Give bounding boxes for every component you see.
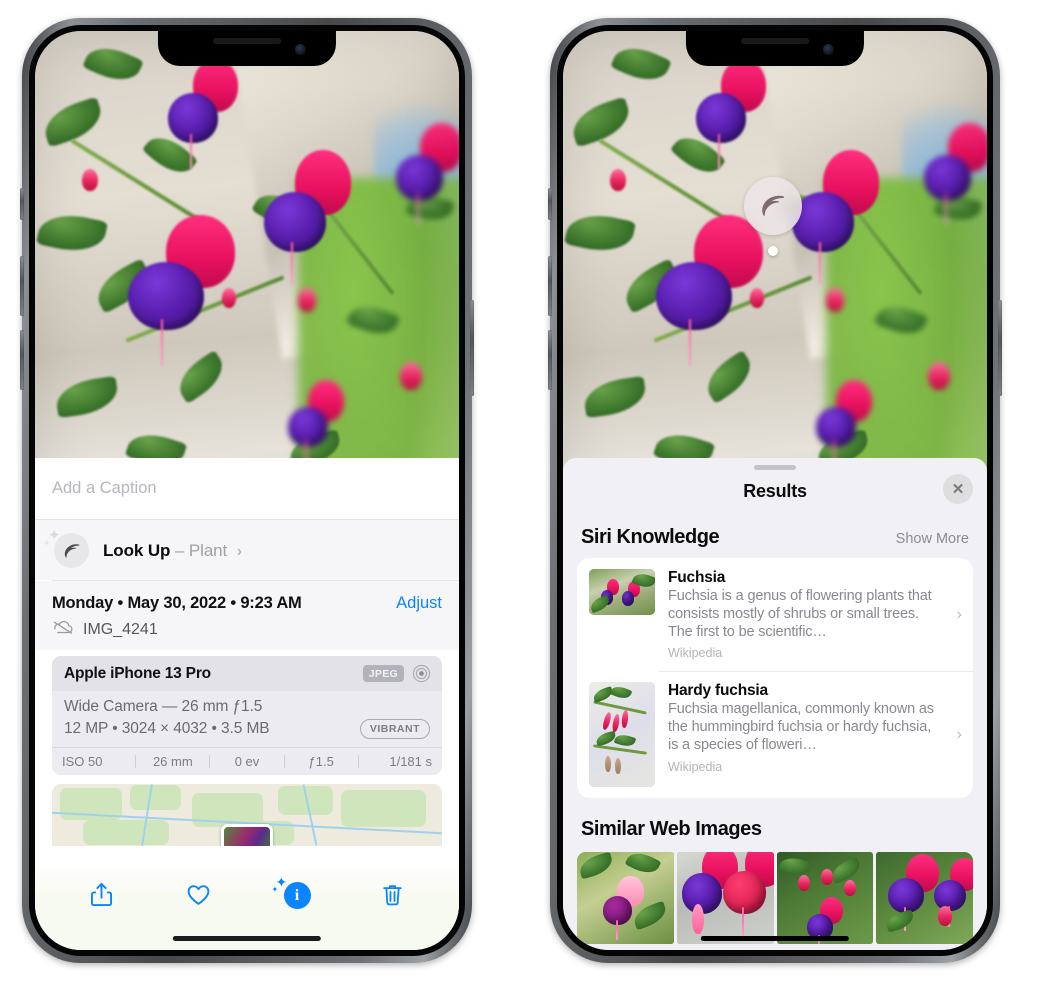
phone-screen: Results ✕ Siri Knowledge Show More Fuchs… xyxy=(563,31,987,950)
section-title: Siri Knowledge xyxy=(581,526,720,548)
knowledge-source: Wikipedia xyxy=(668,759,723,774)
share-button[interactable] xyxy=(80,872,124,916)
web-image-thumb[interactable] xyxy=(577,852,674,945)
leaf-icon: ✦ ✦ xyxy=(43,528,89,568)
show-more-button[interactable]: Show More xyxy=(896,531,969,547)
knowledge-description: Fuchsia magellanica, commonly known as t… xyxy=(668,701,934,754)
icloud-slash-icon xyxy=(52,619,74,640)
caption-input-placeholder[interactable]: Add a Caption xyxy=(52,479,157,498)
photos-detail-phone: Add a Caption ✦ ✦ Look Up – Plant › Mond… xyxy=(20,18,474,963)
exif-row: ISO 50 26 mm 0 ev ƒ1.5 1/181 s xyxy=(52,747,442,775)
visual-look-up-phone: Results ✕ Siri Knowledge Show More Fuchs… xyxy=(548,18,1002,963)
close-icon[interactable]: ✕ xyxy=(943,474,973,504)
visual-look-up-anchor-dot xyxy=(768,246,778,256)
caption-row[interactable]: Add a Caption xyxy=(35,458,459,520)
format-badge: JPEG xyxy=(362,665,404,682)
camera-info-card: Apple iPhone 13 Pro JPEG Wide Camera — 2… xyxy=(52,656,442,775)
exif-aperture: ƒ1.5 xyxy=(308,754,334,769)
map-photo-pin xyxy=(221,824,273,846)
results-title: Results xyxy=(743,481,807,501)
results-sheet: Results ✕ Siri Knowledge Show More Fuchs… xyxy=(563,458,987,950)
exif-shutter: 1/181 s xyxy=(389,754,433,769)
earpiece-speaker xyxy=(741,38,809,44)
home-indicator[interactable] xyxy=(172,936,322,941)
results-header: Results ✕ xyxy=(563,470,987,506)
knowledge-title: Fuchsia xyxy=(668,569,726,586)
web-image-thumb[interactable] xyxy=(676,852,774,945)
phone-screen: Add a Caption ✦ ✦ Look Up – Plant › Mond… xyxy=(35,31,459,950)
exif-focal: 26 mm xyxy=(152,754,193,769)
photo-date: Monday • May 30, 2022 • 9:23 AM xyxy=(52,594,302,612)
photographic-style-badge: VIBRANT xyxy=(359,719,430,739)
front-camera xyxy=(294,44,306,55)
delete-button[interactable] xyxy=(371,872,415,916)
section-title: Similar Web Images xyxy=(581,818,762,841)
look-up-subject: Plant xyxy=(188,540,228,560)
favorite-button[interactable] xyxy=(177,872,221,916)
knowledge-description: Fuchsia is a genus of flowering plants t… xyxy=(668,588,932,640)
knowledge-source: Wikipedia xyxy=(668,646,723,661)
web-image-thumb[interactable] xyxy=(876,852,973,945)
knowledge-row[interactable]: Fuchsia Fuchsia is a genus of flowering … xyxy=(577,558,973,671)
web-image-thumb[interactable] xyxy=(776,852,874,945)
side-button[interactable] xyxy=(470,300,474,396)
front-camera xyxy=(822,44,834,55)
side-button[interactable] xyxy=(998,300,1002,396)
chevron-right-icon: › xyxy=(956,605,962,623)
info-button[interactable]: ✦ ✦ i xyxy=(272,872,318,916)
chevron-right-icon: › xyxy=(956,725,962,743)
similar-web-images-strip[interactable] xyxy=(563,852,987,945)
exif-exposure: 0 ev xyxy=(234,754,260,769)
display-notch xyxy=(685,31,865,66)
silence-switch[interactable] xyxy=(20,188,24,220)
silence-switch[interactable] xyxy=(548,188,552,220)
look-up-label: Look Up – Plant › xyxy=(103,541,242,561)
camera-lens: Wide Camera — 26 mm ƒ1.5 xyxy=(64,698,263,715)
sparkle-small-icon: ✦ xyxy=(271,885,279,894)
exif-iso: ISO 50 xyxy=(62,754,103,769)
look-up-separator: – xyxy=(170,540,189,560)
info-sparkle-icon: ✦ ✦ i xyxy=(272,875,311,909)
photo-info-sheet: Add a Caption ✦ ✦ Look Up – Plant › Mond… xyxy=(35,458,459,950)
chevron-right-icon: › xyxy=(236,542,243,560)
volume-down-button[interactable] xyxy=(20,330,24,390)
earpiece-speaker xyxy=(213,38,281,44)
camera-model: Apple iPhone 13 Pro xyxy=(64,664,211,682)
adjust-button[interactable]: Adjust xyxy=(396,594,442,613)
knowledge-title: Hardy fuchsia xyxy=(668,682,768,700)
knowledge-row[interactable]: Hardy fuchsia Fuchsia magellanica, commo… xyxy=(577,671,973,798)
siri-knowledge-header: Siri Knowledge Show More xyxy=(563,506,987,558)
knowledge-thumbnail xyxy=(589,569,655,615)
visual-look-up-badge[interactable] xyxy=(744,177,802,235)
volume-up-button[interactable] xyxy=(20,256,24,316)
look-up-row[interactable]: ✦ ✦ Look Up – Plant › xyxy=(35,520,459,580)
volume-down-button[interactable] xyxy=(548,330,552,390)
look-up-text: Look Up xyxy=(103,540,171,560)
siri-knowledge-card: Fuchsia Fuchsia is a genus of flowering … xyxy=(577,558,973,799)
home-indicator[interactable] xyxy=(700,936,850,941)
screenshot-canvas: Add a Caption ✦ ✦ Look Up – Plant › Mond… xyxy=(0,0,1055,985)
metadata-block: Monday • May 30, 2022 • 9:23 AM Adjust I… xyxy=(35,581,459,650)
knowledge-thumbnail xyxy=(589,682,655,788)
camera-specs: 12 MP • 3024 × 4032 • 3.5 MB xyxy=(64,720,270,737)
photo-filename: IMG_4241 xyxy=(83,620,158,638)
hdr-circle-icon xyxy=(412,664,431,683)
sparkle-small-icon: ✦ xyxy=(43,538,51,548)
similar-web-images-header: Similar Web Images xyxy=(563,798,987,850)
volume-up-button[interactable] xyxy=(548,256,552,316)
location-map-card[interactable] xyxy=(52,784,442,846)
display-notch xyxy=(157,31,337,66)
info-glyph: i xyxy=(283,882,311,909)
